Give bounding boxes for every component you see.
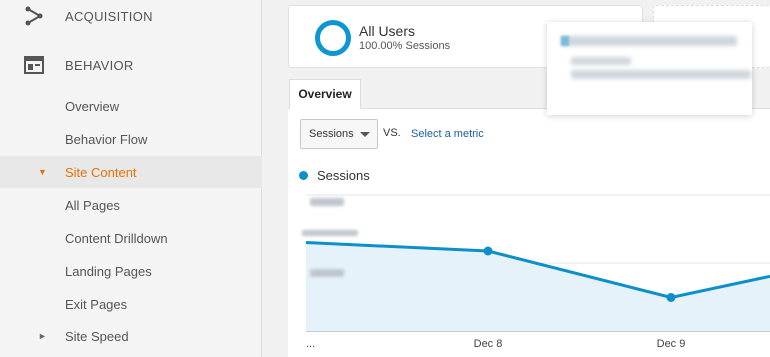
data-point	[483, 246, 493, 256]
behavior-icon	[22, 53, 46, 77]
sidebar-item-site-speed[interactable]: ► Site Speed	[0, 320, 262, 352]
sidebar-item-landing-pages[interactable]: Landing Pages	[0, 255, 262, 287]
sessions-area	[306, 242, 770, 331]
sidebar-item-label: Site Content	[65, 164, 137, 180]
x-tick-label: Dec 8	[474, 338, 503, 350]
sidebar-item-behavior-flow[interactable]: Behavior Flow	[0, 123, 262, 155]
select-metric-link[interactable]: Select a metric	[411, 128, 484, 140]
sidebar-section-label: ACQUISITION	[65, 8, 153, 24]
ga-behavior-report: ACQUISITION BEHAVIOR Overview Behavior F…	[0, 0, 770, 357]
sidebar-item-label: All Pages	[65, 197, 120, 213]
data-point	[666, 292, 676, 302]
sidebar-item-site-content[interactable]: ▼ Site Content	[0, 156, 262, 188]
sidebar-item-overview[interactable]: Overview	[0, 90, 262, 122]
sidebar-item-label: Landing Pages	[65, 263, 152, 279]
sessions-chart: ... Dec 8 Dec 9	[302, 194, 770, 350]
dropdown-arrow-icon	[360, 132, 370, 137]
sidebar-item-label: Exit Pages	[65, 296, 128, 312]
sidebar-section-acquisition[interactable]: ACQUISITION	[0, 0, 262, 36]
report-main: All Users 100.00% Sessions Overview Sess…	[262, 0, 770, 357]
legend-label: Sessions	[317, 168, 370, 183]
legend-dot-icon	[299, 171, 308, 180]
y-tick-label-redacted	[302, 230, 358, 236]
acquisition-icon	[22, 4, 46, 28]
redacted-swatch	[561, 36, 569, 46]
caret-right-icon: ►	[38, 331, 47, 341]
sidebar-item-label: Content Drilldown	[65, 230, 168, 246]
sidebar-section-behavior[interactable]: BEHAVIOR	[0, 45, 262, 85]
metric-select[interactable]: Sessions	[300, 119, 378, 149]
sidebar-item-label: Overview	[65, 98, 120, 114]
sidebar-nav: ACQUISITION BEHAVIOR Overview Behavior F…	[0, 0, 262, 357]
tab-overview[interactable]: Overview	[289, 79, 361, 109]
sidebar-item-label: Behavior Flow	[65, 131, 148, 147]
sidebar-item-exit-pages[interactable]: Exit Pages	[0, 288, 262, 320]
segment-title: All Users	[359, 23, 416, 39]
vs-label: VS.	[383, 127, 401, 139]
sidebar-item-content-drilldown[interactable]: Content Drilldown	[0, 222, 262, 254]
redacted-text	[571, 57, 631, 65]
x-tick-label: Dec 9	[657, 338, 686, 350]
redacted-text	[561, 36, 737, 46]
caret-down-icon: ▼	[38, 167, 47, 177]
redacted-tooltip	[547, 22, 752, 115]
sidebar-item-label: Site Speed	[65, 328, 129, 344]
redacted-text	[571, 70, 751, 79]
y-tick-label-redacted	[310, 269, 344, 277]
segment-subtitle: 100.00% Sessions	[359, 40, 451, 52]
segment-ring-icon	[315, 20, 351, 56]
sidebar-section-label: BEHAVIOR	[65, 57, 134, 73]
sidebar-item-all-pages[interactable]: All Pages	[0, 189, 262, 221]
metric-select-value: Sessions	[309, 128, 354, 140]
y-tick-label-redacted	[310, 198, 344, 206]
x-tick-label: ...	[306, 338, 315, 350]
